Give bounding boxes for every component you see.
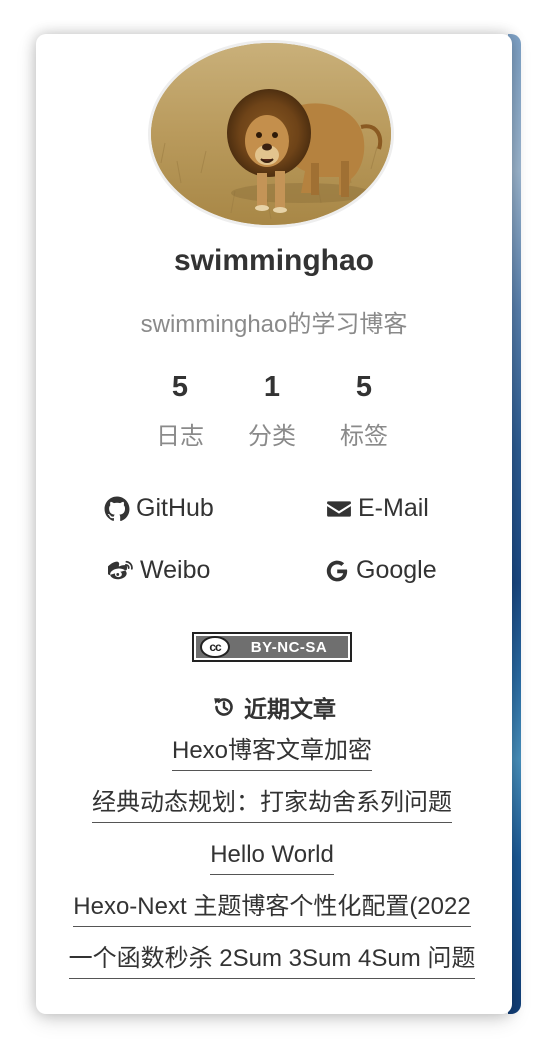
stat-categories-count: 1 — [263, 371, 281, 403]
cc-logo-icon: cc — [200, 636, 230, 658]
author-description: swimminghao的学习博客 — [140, 311, 408, 338]
github-icon — [104, 496, 130, 522]
social-link-github[interactable]: GitHub — [104, 494, 214, 523]
social-link-email-label: E-Mail — [358, 494, 429, 522]
social-link-github-label: GitHub — [136, 494, 214, 522]
history-icon — [212, 695, 236, 719]
cc-license-text: BY-NC-SA — [250, 638, 328, 656]
recent-posts-title-label: 近期文章 — [244, 696, 336, 722]
stat-categories[interactable]: 1 分类 — [232, 368, 312, 451]
stat-tags-label: 标签 — [340, 423, 388, 450]
stat-posts-label: 日志 — [156, 423, 204, 450]
recent-post-link[interactable]: 经典动态规划：打家劫舍系列问题 — [92, 786, 452, 823]
stat-tags-count: 5 — [355, 371, 373, 403]
weibo-icon — [108, 558, 134, 584]
social-link-google[interactable]: Google — [324, 556, 437, 585]
stat-categories-label: 分类 — [248, 423, 296, 450]
recent-post-link[interactable]: Hexo-Next 主题博客个性化配置(2022 — [73, 890, 471, 927]
author-name: swimminghao — [173, 244, 375, 277]
social-link-weibo-label: Weibo — [140, 556, 211, 584]
social-link-google-label: Google — [356, 556, 437, 584]
lion-photo — [151, 43, 391, 225]
list-item: Hexo博客文章加密 — [52, 734, 492, 786]
list-item: 经典动态规划：打家劫舍系列问题 — [52, 786, 492, 838]
list-item: Hexo-Next 主题博客个性化配置(2022 — [52, 890, 492, 942]
recent-post-link[interactable]: Hexo博客文章加密 — [171, 734, 373, 771]
cc-license-badge[interactable]: cc BY-NC-SA — [192, 632, 352, 662]
recent-posts-list: Hexo博客文章加密 经典动态规划：打家劫舍系列问题 Hello World H… — [52, 734, 492, 994]
sidebar-card: swimminghao swimminghao的学习博客 5 日志 1 分类 5… — [36, 34, 512, 1014]
stat-posts-count: 5 — [171, 371, 189, 403]
cc-license-inner: cc BY-NC-SA — [196, 636, 348, 658]
page: swimminghao swimminghao的学习博客 5 日志 1 分类 5… — [0, 0, 556, 1050]
recent-post-link[interactable]: Hello World — [210, 838, 334, 875]
stat-posts[interactable]: 5 日志 — [140, 368, 220, 451]
google-icon — [324, 558, 350, 584]
social-link-weibo[interactable]: Weibo — [108, 556, 210, 585]
recent-posts-title: 近期文章 — [36, 690, 512, 724]
list-item: Hello World — [52, 838, 492, 890]
social-link-email[interactable]: E-Mail — [326, 494, 429, 523]
recent-post-link[interactable]: 一个函数秒杀 2Sum 3Sum 4Sum 问题 — [68, 942, 476, 979]
stat-tags[interactable]: 5 标签 — [324, 368, 404, 451]
list-item: 一个函数秒杀 2Sum 3Sum 4Sum 问题 — [52, 942, 492, 994]
envelope-icon — [326, 496, 352, 522]
author-avatar[interactable] — [148, 40, 394, 228]
